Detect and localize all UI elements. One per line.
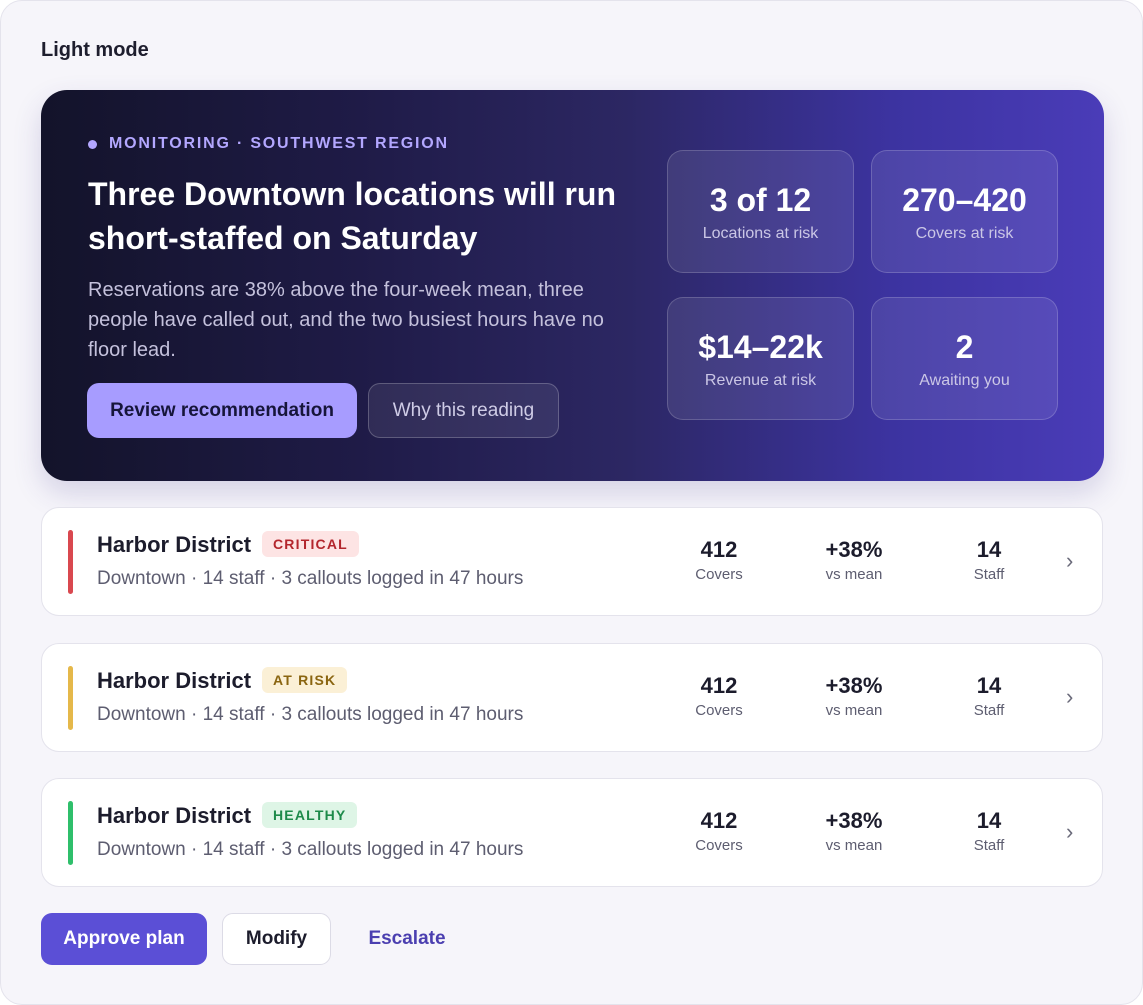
stat-awaiting-you: 2 Awaiting you (871, 297, 1058, 420)
stat-value: $14–22k (698, 328, 823, 365)
status-badge: CRITICAL (262, 531, 359, 557)
stat-covers-at-risk: 270–420 Covers at risk (871, 150, 1058, 273)
metric-label: Staff (973, 837, 1005, 854)
metric-value: +38% (825, 537, 883, 562)
metric-covers: 412 Covers (659, 808, 779, 855)
location-subtitle: Downtown · 14 staff · 3 callouts logged … (97, 704, 524, 725)
mode-label: Light mode (41, 39, 149, 61)
approve-plan-button[interactable]: Approve plan (41, 913, 207, 965)
metric-staff: 14 Staff (929, 673, 1049, 720)
status-badge: HEALTHY (262, 802, 358, 828)
status-bar (68, 530, 73, 594)
hero-title: Three Downtown locations will run short-… (88, 176, 617, 256)
modify-button[interactable]: Modify (222, 913, 331, 965)
location-name: Harbor District (97, 803, 252, 828)
metric-vs-mean: +38% vs mean (794, 808, 914, 855)
location-name: Harbor District (97, 668, 252, 693)
status-dot-icon (88, 139, 97, 149)
status-bar (68, 801, 73, 865)
location-subtitle: Downtown · 14 staff · 3 callouts logged … (97, 839, 524, 860)
stat-value: 3 of 12 (709, 181, 812, 218)
stat-label: Covers at risk (915, 224, 1014, 242)
stat-locations-at-risk: 3 of 12 Locations at risk (667, 150, 854, 273)
stat-value: 270–420 (902, 181, 1027, 218)
metric-covers: 412 Covers (659, 673, 779, 720)
review-recommendation-button[interactable]: Review recommendation (87, 383, 357, 438)
location-row-healthy[interactable]: Harbor District HEALTHY Downtown · 14 st… (41, 778, 1103, 887)
metric-label: Covers (695, 702, 743, 719)
metric-value: 14 (976, 673, 1002, 698)
stat-revenue-at-risk: $14–22k Revenue at risk (667, 297, 854, 420)
metric-vs-mean: +38% vs mean (794, 673, 914, 720)
metric-label: vs mean (825, 837, 883, 854)
status-badge: AT RISK (262, 667, 348, 693)
metric-value: +38% (825, 808, 883, 833)
metric-label: Staff (973, 702, 1005, 719)
location-name: Harbor District (97, 532, 252, 557)
location-row-critical[interactable]: Harbor District CRITICAL Downtown · 14 s… (41, 507, 1103, 616)
stat-label: Revenue at risk (704, 371, 817, 389)
metric-value: 412 (700, 673, 738, 698)
staffing-alert-hero: MONITORING · SOUTHWEST REGION Three Down… (41, 90, 1104, 481)
hero-body: Reservations are 38% above the four-week… (88, 279, 604, 361)
metric-value: 412 (700, 808, 738, 833)
chevron-right-icon[interactable]: › (1066, 684, 1073, 710)
location-row-at-risk[interactable]: Harbor District AT RISK Downtown · 14 st… (41, 643, 1103, 752)
chevron-right-icon[interactable]: › (1066, 819, 1073, 845)
metric-value: 412 (700, 537, 738, 562)
metric-value: 14 (976, 537, 1002, 562)
metric-value: +38% (825, 673, 883, 698)
stat-value: 2 (955, 328, 974, 365)
stat-label: Awaiting you (919, 371, 1010, 389)
metric-label: Covers (695, 566, 743, 583)
metric-vs-mean: +38% vs mean (794, 537, 914, 584)
metric-label: Covers (695, 837, 743, 854)
metric-value: 14 (976, 808, 1002, 833)
why-this-reading-button[interactable]: Why this reading (368, 383, 559, 438)
hero-eyebrow: MONITORING · SOUTHWEST REGION (88, 135, 449, 153)
escalate-button[interactable]: Escalate (346, 913, 468, 965)
metric-covers: 412 Covers (659, 537, 779, 584)
metric-label: Staff (973, 566, 1005, 583)
light-mode-frame: Light mode MONITORING · SOUTHWEST REGION… (0, 0, 1143, 1005)
metric-label: vs mean (825, 566, 883, 583)
stat-label: Locations at risk (702, 224, 819, 242)
metric-staff: 14 Staff (929, 537, 1049, 584)
metric-staff: 14 Staff (929, 808, 1049, 855)
chevron-right-icon[interactable]: › (1066, 548, 1073, 574)
status-bar (68, 666, 73, 730)
eyebrow-text: MONITORING · SOUTHWEST REGION (109, 135, 449, 152)
metric-label: vs mean (825, 702, 883, 719)
location-subtitle: Downtown · 14 staff · 3 callouts logged … (97, 568, 524, 589)
